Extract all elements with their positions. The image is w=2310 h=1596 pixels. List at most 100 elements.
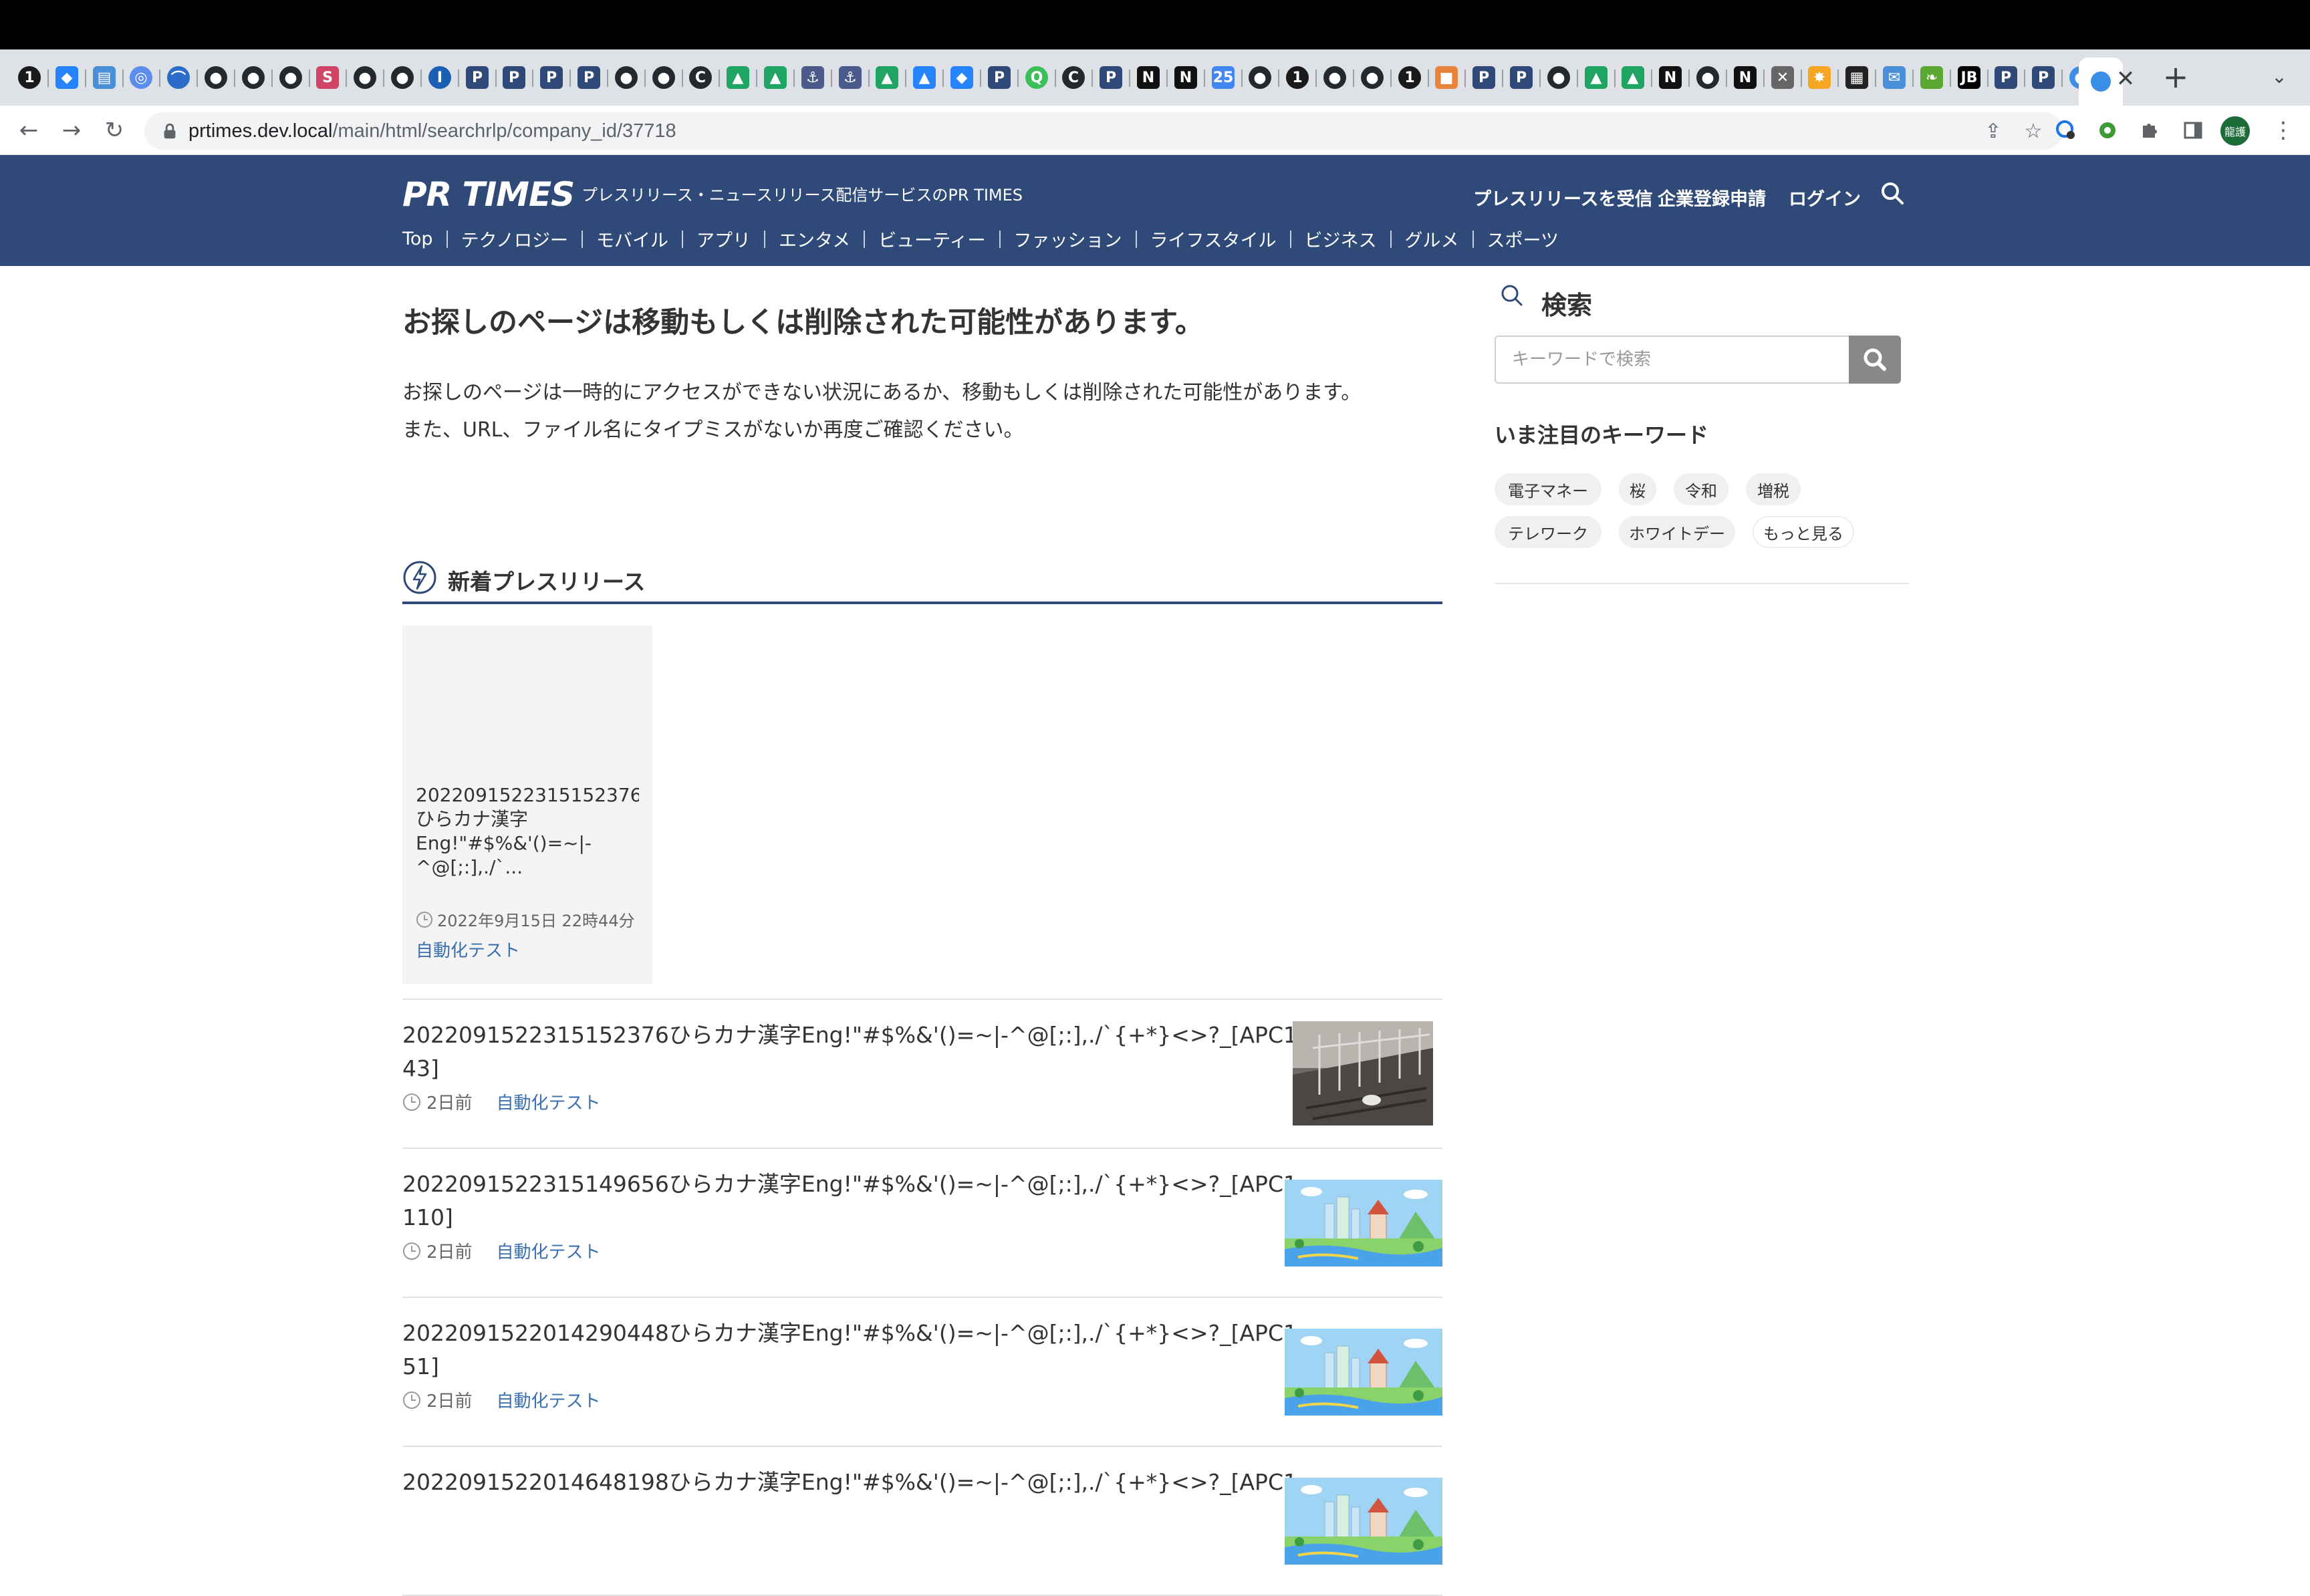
browser-tab[interactable]: ● bbox=[199, 60, 233, 95]
browser-tab[interactable]: ● bbox=[236, 60, 271, 95]
browser-tab[interactable]: ● bbox=[1243, 60, 1277, 95]
category-link[interactable]: スポーツ bbox=[1487, 226, 1559, 252]
browser-tab[interactable]: P bbox=[1094, 60, 1128, 95]
category-link[interactable]: モバイル bbox=[596, 226, 668, 252]
browser-tab[interactable]: C bbox=[1056, 60, 1091, 95]
release-company-link[interactable]: 自動化テスト bbox=[497, 1089, 601, 1114]
release-thumbnail-illustration[interactable] bbox=[1285, 1478, 1442, 1565]
release-thumbnail-photo[interactable] bbox=[1293, 1021, 1433, 1125]
release-title[interactable]: 20220915220142904​48ひらカナ漢字Eng!"#$%&'()=~… bbox=[402, 1317, 1305, 1383]
browser-tab[interactable]: I bbox=[422, 60, 457, 95]
browser-tab[interactable]: ▤ bbox=[87, 60, 122, 95]
browser-tab[interactable]: N bbox=[1728, 60, 1763, 95]
browser-tab[interactable]: ● bbox=[348, 60, 382, 95]
search-icon[interactable] bbox=[1878, 179, 1908, 209]
card-company-link[interactable]: 自動化テスト bbox=[416, 937, 520, 962]
close-tab-icon[interactable]: ✕ bbox=[2112, 65, 2139, 92]
browser-tab[interactable]: P bbox=[460, 60, 495, 95]
browser-tab[interactable]: ✸ bbox=[1802, 60, 1837, 95]
category-link[interactable]: エンタメ bbox=[779, 226, 850, 252]
release-thumbnail-illustration[interactable] bbox=[1285, 1329, 1442, 1416]
browser-tab[interactable]: ▲ bbox=[870, 60, 904, 95]
keyword-chip[interactable]: 令和 bbox=[1674, 473, 1728, 505]
extensions-puzzle-icon[interactable] bbox=[2132, 114, 2166, 147]
list-item[interactable]: 20220915223151523​76ひらカナ漢字Eng!"#$%&'()=~… bbox=[402, 1000, 1442, 1149]
forward-arrow-icon[interactable]: → bbox=[55, 114, 88, 147]
side-panel-icon[interactable] bbox=[2176, 114, 2210, 147]
category-link[interactable]: テクノロジー bbox=[461, 226, 568, 252]
browser-tab[interactable]: N bbox=[1653, 60, 1688, 95]
browser-tab[interactable]: ◆ bbox=[49, 60, 84, 95]
login-link[interactable]: ログイン bbox=[1789, 184, 1861, 211]
browser-menu-icon[interactable]: ⋮ bbox=[2270, 114, 2297, 147]
browser-tab[interactable]: 1 bbox=[1280, 60, 1315, 95]
bookmark-star-icon[interactable]: ☆ bbox=[2020, 118, 2047, 144]
browser-tab[interactable]: ✉ bbox=[1877, 60, 1912, 95]
browser-tab[interactable]: ▲ bbox=[721, 60, 755, 95]
back-arrow-icon[interactable]: ← bbox=[12, 114, 45, 147]
company-registration-link[interactable]: 企業登録申請 bbox=[1658, 184, 1766, 211]
release-title[interactable]: 20220915220146481​98ひらカナ漢字Eng!"#$%&'()=~… bbox=[402, 1466, 1305, 1499]
browser-tab[interactable]: P bbox=[1504, 60, 1539, 95]
browser-tab[interactable]: ● bbox=[1355, 60, 1390, 95]
category-link[interactable]: アプリ bbox=[696, 226, 751, 252]
browser-tab[interactable]: ▦ bbox=[1839, 60, 1874, 95]
keyword-chip[interactable]: 桜 bbox=[1619, 473, 1656, 505]
keyword-chip[interactable]: ホワイトデー bbox=[1619, 516, 1735, 548]
browser-tab[interactable]: N bbox=[1168, 60, 1203, 95]
browser-tab[interactable]: ● bbox=[385, 60, 420, 95]
list-item[interactable]: 20220915220142904​48ひらカナ漢字Eng!"#$%&'()=~… bbox=[402, 1298, 1442, 1447]
browser-tab[interactable]: ▲ bbox=[758, 60, 793, 95]
browser-tab[interactable]: ▲ bbox=[907, 60, 942, 95]
release-company-link[interactable]: 自動化テスト bbox=[497, 1387, 601, 1412]
browser-tab[interactable]: P bbox=[534, 60, 569, 95]
browser-tab[interactable]: ⚓ bbox=[833, 60, 868, 95]
receive-press-release-link[interactable]: プレスリリースを受信 bbox=[1473, 184, 1653, 211]
keyword-search-input[interactable] bbox=[1495, 336, 1849, 384]
category-link[interactable]: ビジネス bbox=[1305, 226, 1377, 252]
extension-lens-icon[interactable] bbox=[2049, 114, 2083, 147]
browser-tab[interactable]: ▲ bbox=[1579, 60, 1614, 95]
search-submit-button[interactable] bbox=[1849, 336, 1901, 384]
release-title[interactable]: 20220915223151496​56ひらカナ漢字Eng!"#$%&'()=~… bbox=[402, 1168, 1305, 1234]
more-keywords-button[interactable]: もっと見る bbox=[1753, 516, 1854, 548]
list-item[interactable]: 20220915220146481​98ひらカナ漢字Eng!"#$%&'()=~… bbox=[402, 1447, 1442, 1596]
browser-tab[interactable]: JB bbox=[1952, 60, 1986, 95]
release-company-link[interactable]: 自動化テスト bbox=[497, 1238, 601, 1263]
browser-tab[interactable]: N bbox=[1131, 60, 1166, 95]
category-link[interactable]: ライフスタイル bbox=[1150, 226, 1277, 252]
featured-release-card[interactable]: 2022091522315152376 ひらカナ漢字 Eng!"#$%&'()=… bbox=[402, 626, 652, 984]
keyword-chip[interactable]: 電子マネー bbox=[1495, 473, 1601, 505]
category-link[interactable]: Top bbox=[402, 229, 433, 249]
browser-tab[interactable]: 1 bbox=[1392, 60, 1427, 95]
keyword-chip[interactable]: 増税 bbox=[1746, 473, 1801, 505]
profile-avatar[interactable]: 龍護 bbox=[2220, 116, 2250, 146]
keyword-chip[interactable]: テレワーク bbox=[1495, 516, 1601, 548]
browser-tab[interactable]: P bbox=[1466, 60, 1501, 95]
tab-search-chevron-icon[interactable]: ⌄ bbox=[2266, 63, 2293, 90]
browser-tab[interactable]: ● bbox=[646, 60, 681, 95]
browser-tab[interactable]: S bbox=[310, 60, 345, 95]
reload-icon[interactable]: ↻ bbox=[98, 114, 131, 147]
browser-tab[interactable]: P bbox=[2026, 60, 2061, 95]
browser-tab[interactable]: ✕ bbox=[1765, 60, 1800, 95]
browser-tab[interactable]: ⌒ bbox=[161, 60, 196, 95]
browser-tab[interactable]: ■ bbox=[1429, 60, 1464, 95]
browser-tab[interactable]: ● bbox=[1690, 60, 1725, 95]
release-thumbnail-illustration[interactable] bbox=[1285, 1180, 1442, 1267]
browser-tab[interactable]: P bbox=[982, 60, 1017, 95]
category-link[interactable]: グルメ bbox=[1405, 226, 1459, 252]
list-item[interactable]: 20220915223151496​56ひらカナ漢字Eng!"#$%&'()=~… bbox=[402, 1149, 1442, 1298]
browser-tab[interactable]: ❧ bbox=[1914, 60, 1949, 95]
browser-tab[interactable]: C bbox=[683, 60, 718, 95]
category-link[interactable]: ファッション bbox=[1014, 226, 1122, 252]
prtimes-logo[interactable]: PR TIMES bbox=[402, 175, 575, 214]
browser-tab[interactable]: ● bbox=[1317, 60, 1352, 95]
browser-tab[interactable]: ● bbox=[1541, 60, 1576, 95]
browser-tab[interactable]: ● bbox=[273, 60, 308, 95]
share-icon[interactable]: ⇪ bbox=[1980, 118, 2007, 144]
release-title[interactable]: 20220915223151523​76ひらカナ漢字Eng!"#$%&'()=~… bbox=[402, 1019, 1305, 1085]
browser-tab[interactable]: ⚓ bbox=[795, 60, 830, 95]
browser-tab[interactable]: ◆ bbox=[944, 60, 979, 95]
new-tab-icon[interactable]: + bbox=[2159, 59, 2192, 95]
